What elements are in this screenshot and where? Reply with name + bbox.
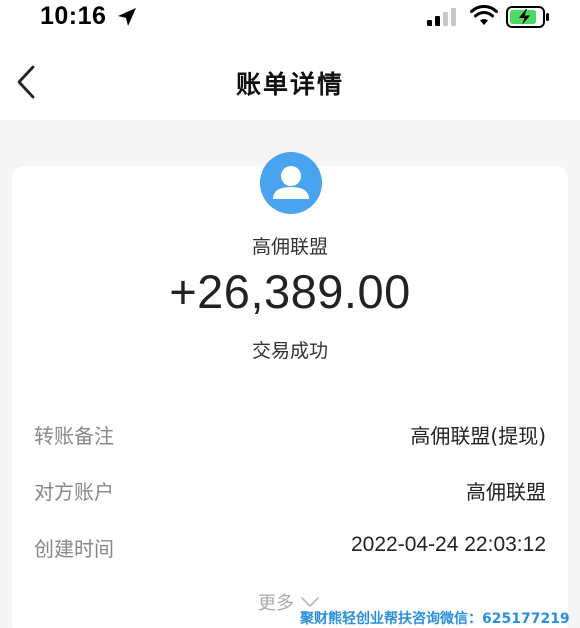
status-bar: 10:16 bbox=[0, 0, 580, 44]
detail-row-created-time: 创建时间 2022-04-24 22:03:12 bbox=[34, 533, 546, 563]
nav-bar: 账单详情 bbox=[0, 44, 580, 120]
payee-name: 高佣联盟 bbox=[251, 236, 328, 258]
wifi-icon bbox=[470, 5, 498, 25]
detail-row-remark: 转账备注 高佣联盟(提现) bbox=[34, 420, 546, 450]
avatar bbox=[260, 152, 322, 214]
transaction-amount: +26,389.00 bbox=[169, 265, 411, 318]
detail-label: 对方账户 bbox=[34, 480, 114, 504]
watermark-text: 聚财熊轻创业帮扶咨询微信：625177219 bbox=[300, 611, 570, 627]
location-arrow-icon bbox=[118, 8, 136, 26]
signal-icon bbox=[427, 8, 456, 26]
detail-value: 2022-04-24 22:03:12 bbox=[351, 533, 546, 556]
detail-label: 创建时间 bbox=[34, 537, 114, 561]
detail-row-account: 对方账户 高佣联盟 bbox=[34, 476, 546, 506]
battery-charging-icon bbox=[506, 6, 549, 28]
chevron-down-icon bbox=[301, 597, 319, 607]
user-avatar-icon bbox=[273, 166, 309, 199]
detail-value: 高佣联盟(提现) bbox=[410, 424, 546, 448]
detail-value: 高佣联盟 bbox=[466, 480, 546, 504]
detail-label: 转账备注 bbox=[34, 424, 114, 448]
status-time: 10:16 bbox=[40, 2, 107, 30]
page-title: 账单详情 bbox=[235, 70, 344, 99]
transaction-status: 交易成功 bbox=[251, 340, 328, 362]
more-label: 更多 bbox=[258, 593, 294, 614]
transaction-card: 高佣联盟 +26,389.00 交易成功 转账备注 高佣联盟(提现) 对方账户 … bbox=[12, 152, 568, 628]
